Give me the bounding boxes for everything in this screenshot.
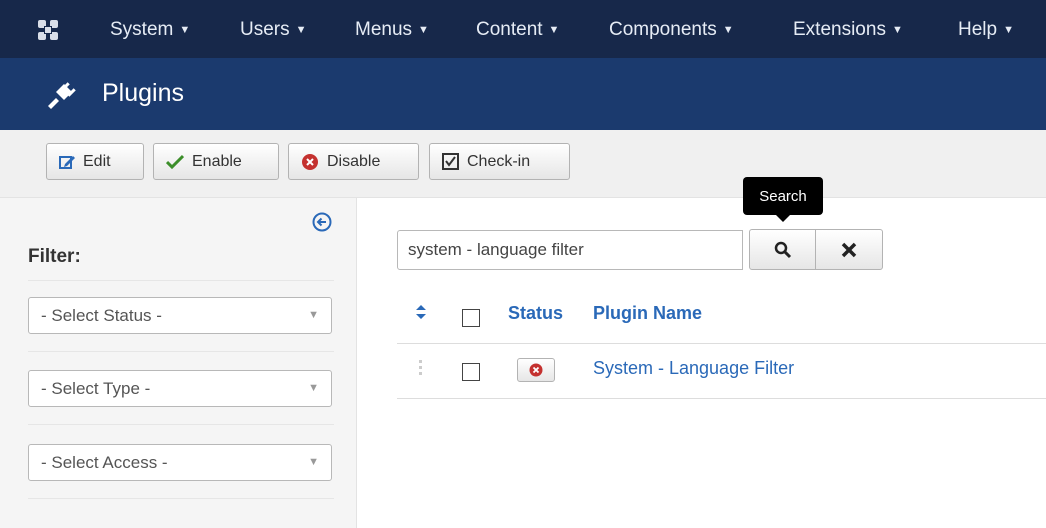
dropdown-arrow-icon: ▼ [308, 309, 319, 321]
divider [28, 351, 334, 352]
edit-icon [59, 154, 75, 170]
disable-button[interactable]: Disable [288, 143, 419, 180]
nav-components[interactable]: Components ▼ [609, 19, 734, 41]
search-button[interactable] [749, 229, 816, 270]
caret-down-icon: ▼ [1003, 24, 1014, 36]
search-input-value: system - language filter [408, 240, 584, 259]
nav-extensions[interactable]: Extensions ▼ [793, 19, 903, 41]
search-icon [774, 241, 791, 258]
drag-handle-icon[interactable] [419, 360, 425, 376]
dropdown-arrow-icon: ▼ [308, 456, 319, 468]
nav-users[interactable]: Users ▼ [240, 19, 307, 41]
select-all-checkbox[interactable] [462, 309, 480, 327]
nav-content[interactable]: Content ▼ [476, 19, 559, 41]
checkin-button[interactable]: Check-in [429, 143, 570, 180]
search-input[interactable]: system - language filter [397, 230, 743, 270]
enable-label: Enable [192, 152, 242, 170]
plugin-name-link[interactable]: System - Language Filter [593, 358, 794, 379]
type-select-value: - Select Type - [41, 378, 151, 398]
nav-help[interactable]: Help ▼ [958, 19, 1014, 41]
nav-help-label: Help [958, 19, 998, 40]
caret-down-icon: ▼ [179, 24, 191, 36]
clear-search-button[interactable] [815, 229, 883, 270]
status-select[interactable]: - Select Status - ▼ [28, 297, 332, 334]
edit-label: Edit [83, 152, 111, 170]
joomla-logo-icon[interactable] [36, 18, 60, 42]
check-icon [166, 154, 184, 170]
nav-menus[interactable]: Menus ▼ [355, 19, 429, 41]
tooltip-arrow [776, 215, 790, 222]
type-select[interactable]: - Select Type - ▼ [28, 370, 332, 407]
dropdown-arrow-icon: ▼ [308, 382, 319, 394]
edit-button[interactable]: Edit [46, 143, 144, 180]
arrow-left-circle-icon[interactable] [312, 212, 332, 232]
caret-down-icon: ▼ [891, 24, 903, 36]
close-circle-icon [301, 153, 319, 171]
nav-extensions-label: Extensions [793, 19, 886, 40]
page-title: Plugins [102, 79, 184, 107]
divider [28, 280, 334, 281]
divider [28, 498, 334, 499]
table-row-divider [397, 398, 1046, 399]
nav-system-label: System [110, 19, 174, 40]
status-toggle-button[interactable] [517, 358, 555, 382]
sort-icon[interactable] [416, 305, 426, 319]
close-icon [841, 242, 857, 257]
status-column-header[interactable]: Status [508, 303, 563, 324]
caret-down-icon: ▼ [722, 24, 734, 36]
access-select-value: - Select Access - [41, 452, 168, 472]
caret-down-icon: ▼ [418, 24, 429, 36]
checkin-label: Check-in [467, 152, 531, 170]
table-divider [397, 343, 1046, 344]
plugin-name-column-header[interactable]: Plugin Name [593, 303, 702, 324]
search-tooltip: Search [743, 177, 823, 215]
enable-button[interactable]: Enable [153, 143, 279, 180]
nav-menus-label: Menus [355, 19, 413, 40]
row-checkbox[interactable] [462, 363, 480, 381]
nav-content-label: Content [476, 19, 543, 40]
plug-icon [48, 82, 76, 109]
close-circle-icon [529, 363, 543, 377]
divider [28, 424, 334, 425]
access-select[interactable]: - Select Access - ▼ [28, 444, 332, 481]
status-select-value: - Select Status - [41, 305, 162, 325]
disable-label: Disable [327, 152, 381, 170]
caret-down-icon: ▼ [548, 24, 560, 36]
nav-users-label: Users [240, 19, 290, 40]
filter-label: Filter: [28, 246, 81, 267]
nav-components-label: Components [609, 19, 717, 40]
nav-system[interactable]: System ▼ [110, 19, 190, 41]
caret-down-icon: ▼ [295, 24, 307, 36]
checkbox-checked-icon [442, 153, 459, 170]
